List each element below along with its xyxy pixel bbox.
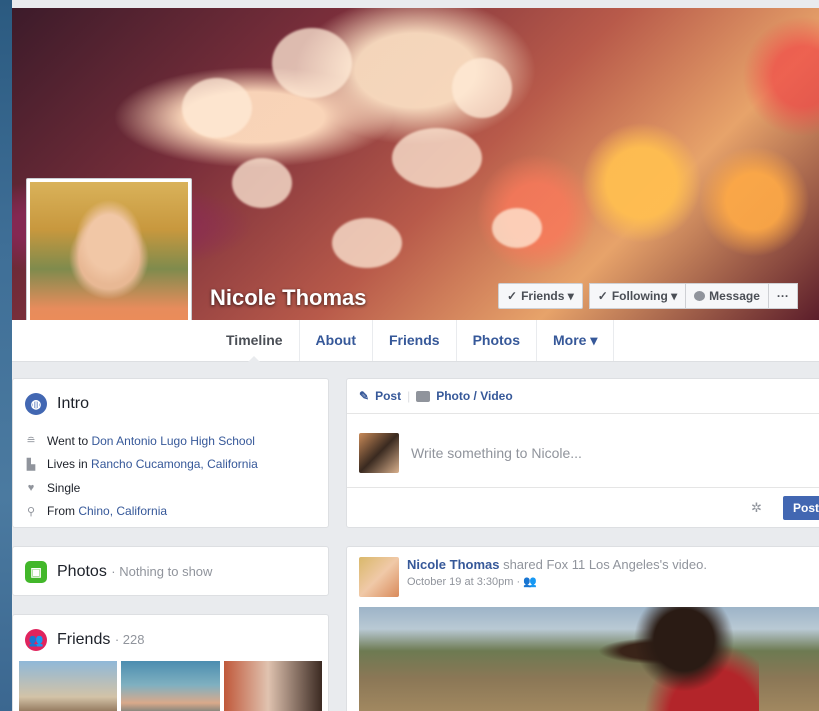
more-options-button[interactable]: ···: [768, 283, 798, 309]
composer-post-tab[interactable]: Post: [375, 389, 401, 403]
intro-item-text: Single: [47, 480, 81, 495]
heart-icon: ♥: [27, 481, 35, 494]
composer-tabs: ✎ Post | Photo / Video: [347, 379, 819, 414]
check-icon: ✓: [507, 289, 518, 303]
post-header: Nicole Thomas shared Fox 11 Los Angeles'…: [347, 547, 819, 607]
friends-header: 👥 Friends · 228: [13, 615, 328, 661]
intro-list: ≘ Went to Don Antonio Lugo High School ▙…: [13, 425, 328, 523]
photos-title[interactable]: Photos: [57, 563, 107, 580]
residence-link[interactable]: Rancho Cucamonga, California: [91, 457, 258, 471]
photo-icon: ▣: [25, 561, 47, 583]
profile-picture-image: [30, 182, 188, 340]
intro-item-residence: ▙ Lives in Rancho Cucamonga, California: [25, 453, 316, 477]
divider: |: [407, 389, 411, 403]
post-action: shared Fox 11 Los Angeles's video.: [499, 557, 707, 572]
intro-item-education: ≘ Went to Don Antonio Lugo High School: [25, 429, 316, 453]
home-icon: ▙: [26, 458, 36, 471]
photos-header: ▣ Photos · Nothing to show: [13, 547, 328, 593]
tab-about[interactable]: About: [300, 320, 373, 361]
school-icon: ≘: [26, 435, 36, 448]
tab-timeline[interactable]: Timeline: [210, 320, 300, 362]
post-author[interactable]: Nicole Thomas: [407, 557, 499, 572]
photos-note: · Nothing to show: [111, 564, 213, 579]
intro-item-hometown: ⚲ From Chino, California: [25, 500, 316, 524]
following-button-label: Following ▾: [611, 289, 678, 303]
shared-video[interactable]: [359, 607, 819, 711]
friend-thumbnail[interactable]: [19, 661, 118, 711]
profile-tabs: Timeline About Friends Photos More ▾: [210, 320, 615, 362]
intro-title: Intro: [57, 395, 90, 412]
post-timestamp: October 19 at 3:30pm ·: [407, 576, 524, 588]
check-icon: ✓: [597, 289, 608, 303]
post-composer: ✎ Post | Photo / Video Write something t…: [346, 378, 819, 528]
messenger-icon: [694, 291, 706, 301]
composer-footer: ✲ Post: [347, 487, 819, 528]
intro-item-text: From: [47, 504, 79, 519]
tab-more[interactable]: More ▾: [537, 320, 615, 361]
friend-thumbnail[interactable]: [121, 661, 220, 711]
pencil-icon: ✎: [359, 389, 370, 403]
message-button[interactable]: Message: [686, 283, 769, 309]
intro-item-text: Went to: [47, 433, 92, 448]
feed-post: Nicole Thomas shared Fox 11 Los Angeles'…: [346, 546, 819, 711]
globe-icon: ◍: [25, 393, 47, 415]
friends-title[interactable]: Friends: [57, 631, 110, 648]
profile-action-buttons: ✓ Friends ▾ ✓ Following ▾ Message ···: [498, 283, 798, 309]
video-person: [609, 607, 759, 711]
more-options-label: ···: [776, 289, 789, 303]
intro-item-relationship: ♥ Single: [25, 476, 316, 500]
friends-audience-icon: 👥: [523, 576, 537, 588]
intro-item-text: Lives in: [47, 457, 92, 472]
composer-photo-tab[interactable]: Photo / Video: [436, 389, 512, 403]
tab-photos[interactable]: Photos: [457, 320, 538, 361]
profile-page: Nicole Thomas ✓ Friends ▾ ✓ Following ▾ …: [12, 0, 819, 711]
composer-body: Write something to Nicole...: [347, 428, 819, 478]
location-pin-icon: ⚲: [26, 505, 36, 518]
camera-icon: [416, 390, 431, 402]
tab-friends[interactable]: Friends: [373, 320, 457, 361]
profile-name[interactable]: Nicole Thomas: [210, 285, 366, 311]
friends-count: · 228: [114, 632, 145, 647]
friends-card: 👥 Friends · 228: [12, 614, 329, 711]
friend-thumbnails: [13, 661, 328, 711]
avatar[interactable]: [359, 557, 399, 597]
message-button-label: Message: [709, 289, 760, 303]
post-time[interactable]: October 19 at 3:30pm · 👥: [407, 575, 707, 588]
intro-header: ◍ Intro: [13, 379, 328, 425]
post-title: Nicole Thomas shared Fox 11 Los Angeles'…: [407, 557, 707, 572]
school-link[interactable]: Don Antonio Lugo High School: [91, 434, 254, 448]
post-button[interactable]: Post: [783, 496, 819, 520]
following-button[interactable]: ✓ Following ▾: [588, 283, 687, 309]
photos-card: ▣ Photos · Nothing to show: [12, 546, 329, 596]
composer-input[interactable]: Write something to Nicole...: [411, 445, 582, 461]
friends-icon: 👥: [25, 629, 47, 651]
avatar: [359, 433, 399, 473]
follow-message-group: ✓ Following ▾ Message ···: [588, 283, 798, 309]
intro-card: ◍ Intro ≘ Went to Don Antonio Lugo High …: [12, 378, 329, 528]
profile-navbar: Timeline About Friends Photos More ▾: [12, 320, 819, 362]
settings-icon[interactable]: ✲: [751, 500, 762, 516]
post-meta: Nicole Thomas shared Fox 11 Los Angeles'…: [407, 557, 707, 597]
friends-button[interactable]: ✓ Friends ▾: [498, 283, 583, 309]
hometown-link[interactable]: Chino, California: [78, 504, 167, 518]
friend-thumbnail[interactable]: [223, 661, 322, 711]
friends-button-label: Friends ▾: [521, 289, 574, 303]
